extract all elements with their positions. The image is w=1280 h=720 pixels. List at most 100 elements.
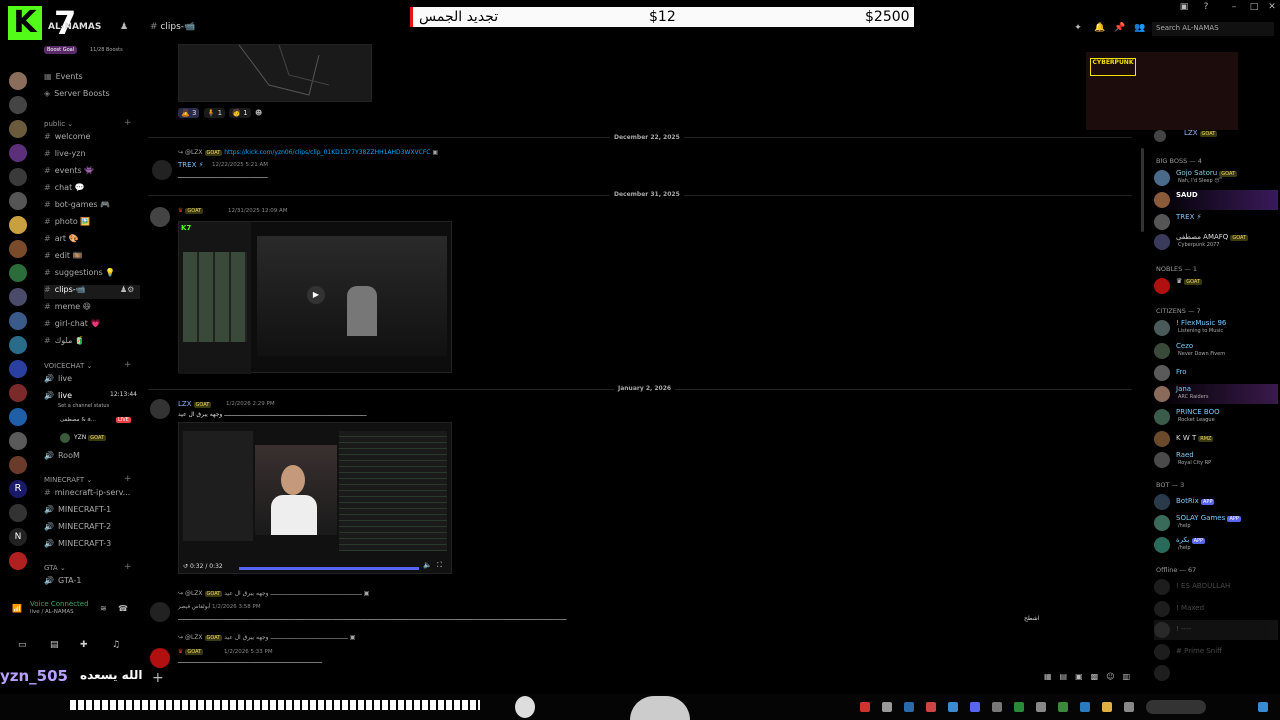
tray-icon[interactable] (904, 702, 914, 712)
member-item[interactable]: ! FlexMusic 96 Listening to Music (1154, 318, 1278, 338)
folder-icon[interactable] (1102, 702, 1112, 712)
add-minecraft-icon[interactable]: + (124, 474, 132, 484)
channel-minecraft-ip[interactable]: # minecraft-ip-serv... (44, 488, 140, 502)
channel-clips[interactable]: # clips-📹 ♟⚙ (44, 285, 140, 299)
member-item[interactable]: Gojo Satoru GOAT Nah, I'd Sleep 😴 (1154, 168, 1278, 188)
member-item[interactable]: ! Maxed (1154, 599, 1278, 619)
member-item[interactable]: Jana ARC Raiders (1154, 384, 1278, 404)
channel-girl-chat[interactable]: # girl-chat 💗 (44, 319, 140, 333)
channel-art[interactable]: # art 🎨 (44, 234, 140, 248)
play-icon[interactable]: ▶ (307, 286, 325, 304)
reply-preview[interactable]: ↪ @LZX GOAT ـــــــــــــــــــــــــــــ… (178, 634, 355, 641)
server-icon[interactable] (9, 96, 27, 114)
tray-icon[interactable] (1080, 702, 1090, 712)
member-item[interactable]: TREX ⚡ (1154, 212, 1278, 232)
server-icon[interactable] (9, 72, 27, 90)
image-attachment[interactable] (178, 44, 372, 102)
server-icon[interactable] (9, 384, 27, 402)
settings-icon[interactable]: ♟⚙ (120, 285, 134, 294)
server-icon[interactable] (9, 144, 27, 162)
inbox-icon[interactable]: ▣ (1178, 2, 1190, 14)
avatar[interactable] (150, 399, 170, 419)
pin-icon[interactable]: 📌 (1114, 23, 1125, 33)
tray-icon[interactable] (1014, 702, 1024, 712)
volume-icon[interactable]: 🔈 (423, 561, 432, 569)
channel-status-hint[interactable]: Set a channel status (58, 403, 109, 409)
tray-icon[interactable] (882, 702, 892, 712)
channel-live-yzn[interactable]: # live-yzn (44, 149, 140, 163)
server-icon[interactable] (9, 456, 27, 474)
bell-icon[interactable]: 🔔 (1094, 23, 1105, 33)
voice-minecraft-2[interactable]: 🔊 MINECRAFT-2 (44, 522, 140, 536)
channel-edit[interactable]: # edit 🎞️ (44, 251, 140, 265)
tray-icon[interactable] (992, 702, 1002, 712)
voice-channel-room[interactable]: 🔊 RooM (44, 451, 140, 465)
channel-events[interactable]: # events 👾 (44, 166, 140, 180)
member-item[interactable]: بكرة APP /help (1154, 535, 1278, 555)
tray-icon[interactable] (1124, 702, 1134, 712)
chat-scrollbar[interactable] (1141, 148, 1144, 232)
member-item[interactable]: LZX GOAT (1154, 128, 1278, 148)
member-item[interactable]: SAUD (1154, 190, 1278, 210)
reply-preview[interactable]: ↪ @LZX GOAT ـــــــــــــــــــــــــــــ… (178, 590, 369, 597)
member-item[interactable]: ! ES ABDULLAH (1154, 577, 1278, 597)
discord-taskbar-icon[interactable] (970, 702, 980, 712)
member-item[interactable]: مصطفى AMAFQ GOAT Cyberpunk 2077 (1154, 232, 1278, 252)
message-author[interactable]: ♛ GOAT (178, 207, 204, 214)
member-item[interactable]: K W T RMZ (1154, 429, 1278, 449)
voice-minecraft-3[interactable]: 🔊 MINECRAFT-3 (44, 539, 140, 553)
add-friend-icon[interactable]: ♟ (120, 22, 128, 32)
members-icon[interactable]: 👥 (1134, 23, 1145, 33)
avatar[interactable] (150, 207, 170, 227)
server-icon[interactable] (9, 552, 27, 570)
channel-meme[interactable]: # meme 😆 (44, 302, 140, 316)
search-input[interactable]: Search AL-NAMAS (1152, 22, 1274, 36)
add-gta-icon[interactable]: + (124, 562, 132, 572)
avatar[interactable] (150, 602, 170, 622)
server-icon[interactable] (9, 264, 27, 282)
server-icon[interactable] (9, 216, 27, 234)
voice-connected-title[interactable]: Voice Connected (30, 600, 89, 608)
noise-icon[interactable]: ≋ (100, 604, 107, 613)
voice-user-yzn[interactable]: YZN GOAT (74, 434, 107, 441)
video-progress[interactable] (239, 567, 419, 570)
screen-share-icon[interactable]: ▤ (50, 640, 59, 650)
category-voicechat[interactable]: VOICECHAT ⌄ (44, 362, 92, 370)
member-item[interactable]: BotRix APP (1154, 492, 1278, 512)
disconnect-icon[interactable]: ☎ (118, 604, 128, 613)
server-icon[interactable] (9, 192, 27, 210)
category-public[interactable]: public ⌄ (44, 120, 73, 128)
message-author[interactable]: TREX ⚡ (178, 161, 204, 169)
member-item[interactable]: ♛ GOAT (1154, 276, 1278, 296)
channel-bot-games[interactable]: # bot-games 🎮 (44, 200, 140, 214)
threads-icon[interactable]: ✦ (1073, 23, 1083, 33)
taskbar-search[interactable] (1146, 700, 1206, 714)
server-icon[interactable] (9, 240, 27, 258)
channel-chat[interactable]: # chat 💬 (44, 183, 140, 197)
voice-channel-live-1[interactable]: 🔊 live (44, 374, 140, 388)
add-attachment-icon[interactable]: + (152, 670, 164, 686)
server-icon[interactable]: R (9, 480, 27, 498)
events-link[interactable]: ▦ Events (44, 72, 140, 86)
server-icon[interactable] (9, 120, 27, 138)
voice-gta-1[interactable]: 🔊 GTA-1 (44, 576, 140, 590)
channel-welcome[interactable]: # welcome (44, 132, 140, 146)
server-icon[interactable] (9, 432, 27, 450)
channel-arabic[interactable]: # ملوك 🧃 (44, 336, 140, 350)
server-icon[interactable] (9, 288, 27, 306)
reply-preview[interactable]: ↪ @LZX GOAT https://kick.com/yzn06/clips/… (178, 149, 438, 156)
member-item[interactable]: Cezo Never Down Fivem (1154, 341, 1278, 361)
server-icon[interactable] (9, 168, 27, 186)
category-minecraft[interactable]: MINECRAFT ⌄ (44, 476, 92, 484)
member-item[interactable]: # Prime Sniff (1154, 642, 1278, 662)
voice-connected-sub[interactable]: live / AL-NAMAS (30, 609, 74, 615)
add-voice-icon[interactable]: + (124, 360, 132, 370)
member-item[interactable]: Raed Royal City RP (1154, 450, 1278, 470)
voice-user[interactable]: مصطفى & a... (60, 417, 96, 423)
voice-minecraft-1[interactable]: 🔊 MINECRAFT-1 (44, 505, 140, 519)
server-boosts-link[interactable]: ◈ Server Boosts (44, 89, 140, 103)
member-item[interactable]: SOLAY Games APP /help (1154, 513, 1278, 533)
member-item[interactable]: PRINCE BOO Rocket League (1154, 407, 1278, 427)
fullscreen-icon[interactable]: ⛶ (437, 561, 442, 570)
activity-icon[interactable]: ✚ (80, 640, 88, 650)
